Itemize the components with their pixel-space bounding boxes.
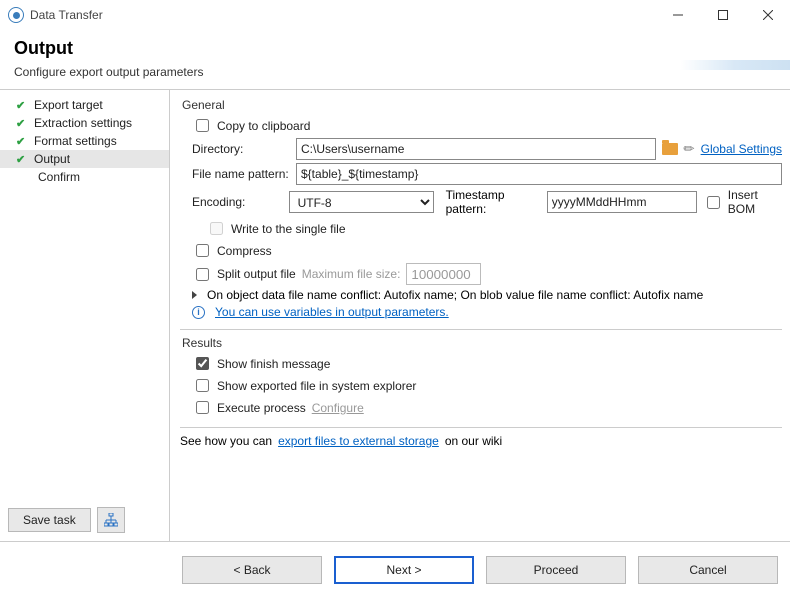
- step-label: Extraction settings: [34, 116, 132, 130]
- encoding-select[interactable]: UTF-8: [289, 191, 434, 213]
- variables-hint-link[interactable]: You can use variables in output paramete…: [215, 305, 449, 319]
- execute-process-label: Execute process: [217, 401, 306, 415]
- cancel-button[interactable]: Cancel: [638, 556, 778, 584]
- app-icon: [8, 7, 24, 23]
- directory-label: Directory:: [192, 142, 290, 156]
- show-in-explorer-label: Show exported file in system explorer: [217, 379, 416, 393]
- cancel-label: Cancel: [689, 563, 726, 577]
- next-label: Next >: [386, 563, 421, 577]
- next-button[interactable]: Next >: [334, 556, 474, 584]
- encoding-label: Encoding:: [192, 195, 283, 209]
- check-icon: ✔: [16, 117, 28, 130]
- timestamp-pattern-label: Timestamp pattern:: [446, 188, 541, 216]
- execute-process-checkbox[interactable]: Execute process: [192, 398, 306, 417]
- results-section-label: Results: [182, 336, 782, 350]
- step-export-target[interactable]: ✔ Export target: [0, 96, 169, 114]
- step-label: Output: [34, 152, 70, 166]
- wizard-steps: ✔ Export target ✔ Extraction settings ✔ …: [0, 90, 169, 499]
- step-label: Confirm: [38, 170, 80, 184]
- save-task-button[interactable]: Save task: [8, 508, 91, 532]
- conflict-settings-summary[interactable]: On object data file name conflict: Autof…: [207, 288, 703, 302]
- copy-to-clipboard-label: Copy to clipboard: [217, 119, 310, 133]
- wiki-link[interactable]: export files to external storage: [278, 434, 439, 448]
- split-output-file-label: Split output file: [217, 267, 296, 281]
- check-icon: ✔: [16, 153, 28, 166]
- compress-checkbox[interactable]: Compress: [192, 241, 272, 260]
- max-file-size-input: [406, 263, 481, 285]
- global-settings-link[interactable]: Global Settings: [701, 142, 782, 156]
- minimize-button[interactable]: [655, 0, 700, 30]
- back-label: < Back: [233, 563, 270, 577]
- page-subtitle: Configure export output parameters: [14, 65, 776, 79]
- wiki-suffix: on our wiki: [445, 434, 502, 448]
- copy-to-clipboard-checkbox[interactable]: Copy to clipboard: [192, 116, 310, 135]
- tree-icon: [104, 513, 118, 527]
- directory-input[interactable]: [296, 138, 656, 160]
- close-button[interactable]: [745, 0, 790, 30]
- general-section-label: General: [182, 98, 782, 112]
- folder-icon[interactable]: [662, 143, 678, 155]
- task-tree-button[interactable]: [97, 507, 125, 533]
- file-name-pattern-label: File name pattern:: [192, 167, 290, 181]
- proceed-button[interactable]: Proceed: [486, 556, 626, 584]
- insert-bom-checkbox[interactable]: Insert BOM: [703, 188, 782, 216]
- split-output-file-checkbox[interactable]: Split output file: [192, 265, 296, 284]
- wiki-prefix: See how you can: [180, 434, 272, 448]
- expand-icon[interactable]: [192, 291, 197, 299]
- info-icon: i: [192, 306, 205, 319]
- configure-process-link[interactable]: Configure: [312, 401, 364, 415]
- step-format-settings[interactable]: ✔ Format settings: [0, 132, 169, 150]
- step-label: Format settings: [34, 134, 117, 148]
- write-single-file-checkbox: Write to the single file: [206, 219, 346, 238]
- step-extraction-settings[interactable]: ✔ Extraction settings: [0, 114, 169, 132]
- file-name-pattern-input[interactable]: [296, 163, 782, 185]
- edit-icon[interactable]: ✎: [680, 139, 699, 158]
- show-in-explorer-checkbox[interactable]: Show exported file in system explorer: [192, 376, 416, 395]
- proceed-label: Proceed: [534, 563, 579, 577]
- page-title: Output: [14, 38, 776, 59]
- step-output[interactable]: ✔ Output: [0, 150, 169, 168]
- show-finish-message-label: Show finish message: [217, 357, 330, 371]
- check-icon: ✔: [16, 135, 28, 148]
- show-finish-message-checkbox[interactable]: Show finish message: [192, 354, 330, 373]
- compress-label: Compress: [217, 244, 272, 258]
- save-task-label: Save task: [23, 513, 76, 527]
- timestamp-pattern-input[interactable]: [547, 191, 697, 213]
- maximize-button[interactable]: [700, 0, 745, 30]
- check-icon: ✔: [16, 99, 28, 112]
- write-single-file-label: Write to the single file: [231, 222, 346, 236]
- window-title: Data Transfer: [30, 8, 103, 22]
- max-file-size-label: Maximum file size:: [302, 267, 401, 281]
- back-button[interactable]: < Back: [182, 556, 322, 584]
- step-confirm[interactable]: Confirm: [0, 168, 169, 186]
- insert-bom-label: Insert BOM: [728, 188, 782, 216]
- step-label: Export target: [34, 98, 103, 112]
